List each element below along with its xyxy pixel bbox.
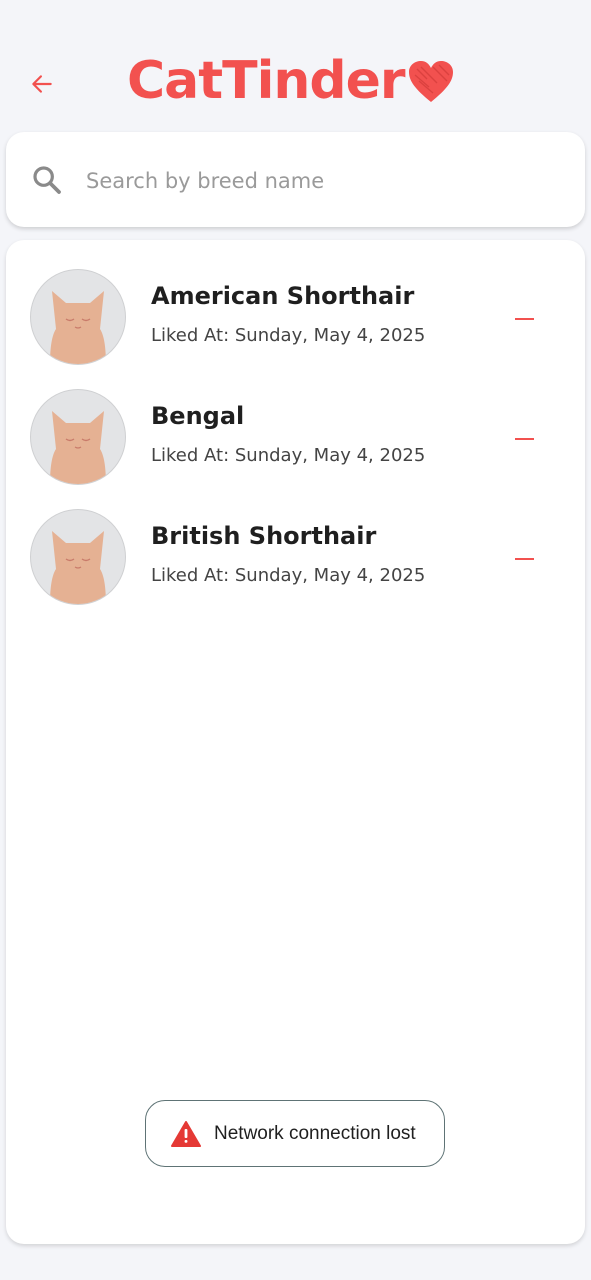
breed-name: British Shorthair	[151, 522, 377, 550]
arrow-left-icon	[32, 75, 52, 93]
liked-at-date: Liked At: Sunday, May 4, 2025	[151, 445, 426, 466]
cat-icon	[50, 531, 106, 604]
liked-at-date: Liked At: Sunday, May 4, 2025	[151, 565, 426, 586]
remove-button[interactable]	[504, 544, 544, 574]
list-item[interactable]: American Shorthair Liked At: Sunday, May…	[6, 240, 585, 365]
liked-cats-list: American Shorthair Liked At: Sunday, May…	[6, 240, 585, 1244]
remove-button[interactable]	[504, 304, 544, 334]
minus-icon	[514, 438, 534, 440]
network-error-toast: Network connection lost	[145, 1100, 445, 1167]
cat-avatar	[30, 389, 126, 485]
list-item[interactable]: British Shorthair Liked At: Sunday, May …	[6, 480, 585, 605]
heart-icon	[408, 61, 453, 102]
cat-avatar	[30, 269, 126, 365]
app-title-text: CatTinder	[127, 51, 406, 111]
breed-name: American Shorthair	[151, 282, 415, 310]
app-title: CatTinder	[127, 46, 455, 116]
search-input[interactable]	[84, 160, 568, 202]
liked-at-date: Liked At: Sunday, May 4, 2025	[151, 325, 426, 346]
back-button[interactable]	[22, 64, 62, 104]
minus-icon	[514, 558, 534, 560]
cat-avatar	[30, 509, 126, 605]
cat-icon	[50, 411, 106, 484]
search-icon	[33, 166, 61, 194]
warning-icon	[171, 1120, 201, 1147]
minus-icon	[514, 318, 534, 320]
search-bar	[6, 132, 585, 227]
remove-button[interactable]	[504, 424, 544, 454]
toast-message: Network connection lost	[214, 1122, 416, 1144]
breed-name: Bengal	[151, 402, 245, 430]
list-item[interactable]: Bengal Liked At: Sunday, May 4, 2025	[6, 360, 585, 485]
cat-icon	[50, 291, 106, 364]
